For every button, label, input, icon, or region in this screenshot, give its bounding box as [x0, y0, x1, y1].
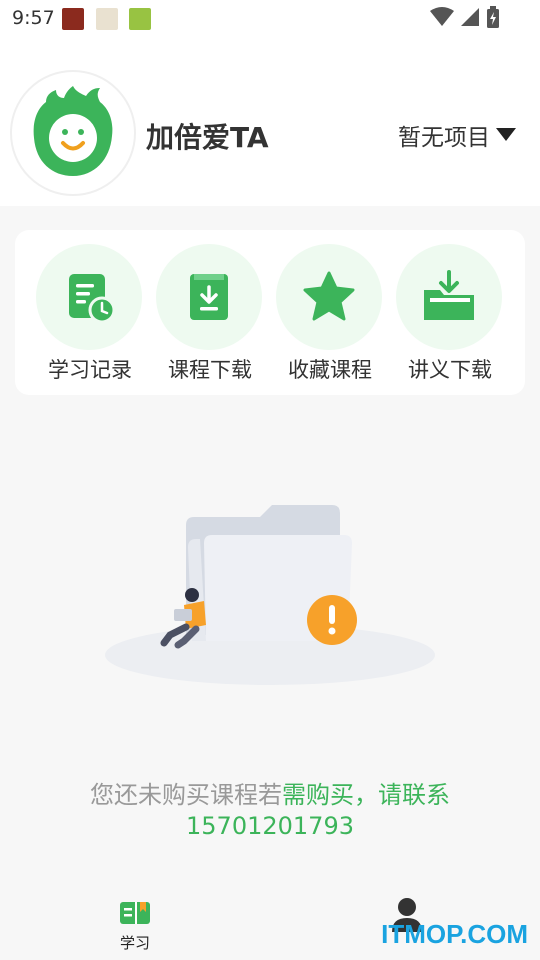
menu-icon-bg	[396, 244, 502, 350]
menu-label: 收藏课程	[288, 358, 372, 382]
star-icon	[303, 271, 355, 321]
project-dropdown-label: 暂无项目	[398, 125, 490, 151]
project-dropdown[interactable]: 暂无项目	[398, 118, 516, 152]
study-record-icon	[69, 274, 116, 324]
avatar[interactable]	[10, 70, 136, 196]
menu-icon-bg	[156, 244, 262, 350]
menu-label: 讲义下载	[408, 358, 492, 382]
bottom-navigation: 学习 ITMOP.COM	[0, 890, 540, 960]
user-name: 加倍爱TA	[146, 121, 269, 154]
menu-label: 学习记录	[48, 358, 132, 382]
status-indicators	[430, 6, 500, 28]
empty-msg-prefix: 您还未购买课程若	[90, 781, 282, 809]
empty-state-message: 您还未购买课程若需购买，请联系 15701201793	[0, 780, 540, 842]
status-time: 9:57	[12, 7, 55, 29]
menu-icon-bg	[276, 244, 382, 350]
status-bar: 9:57	[0, 0, 540, 36]
wifi-icon	[430, 7, 454, 26]
handout-download-icon	[424, 270, 474, 320]
app-notification-icon	[96, 8, 118, 30]
app-notification-icon	[129, 8, 151, 30]
profile-header: 加倍爱TA 暂无项目	[0, 36, 540, 206]
empty-folder-illustration	[100, 495, 440, 695]
menu-item-handout-download[interactable]: 讲义下载	[396, 244, 504, 384]
watermark-text: ITMOP.COM	[381, 919, 528, 949]
nav-tab-study[interactable]: 学习	[110, 900, 160, 953]
battery-charging-icon	[487, 6, 499, 28]
empty-msg-contact: 需购买，请联系	[282, 781, 450, 809]
book-icon	[120, 902, 150, 924]
menu-label: 课程下载	[168, 358, 252, 382]
smiley-flame-icon	[33, 86, 113, 176]
menu-item-favorite-courses[interactable]: 收藏课程	[276, 244, 384, 384]
quick-menu-card: 学习记录 课程下载 收藏课程 讲义下载	[15, 230, 525, 395]
triangle-down-icon	[496, 128, 516, 141]
app-notification-icon	[62, 8, 84, 30]
course-download-icon	[190, 274, 228, 320]
signal-icon	[461, 8, 479, 26]
menu-item-study-record[interactable]: 学习记录	[36, 244, 144, 384]
nav-tab-study-label: 学习	[119, 934, 150, 952]
contact-phone-link[interactable]: 15701201793	[186, 812, 354, 840]
menu-item-course-download[interactable]: 课程下载	[156, 244, 264, 384]
menu-icon-bg	[36, 244, 142, 350]
